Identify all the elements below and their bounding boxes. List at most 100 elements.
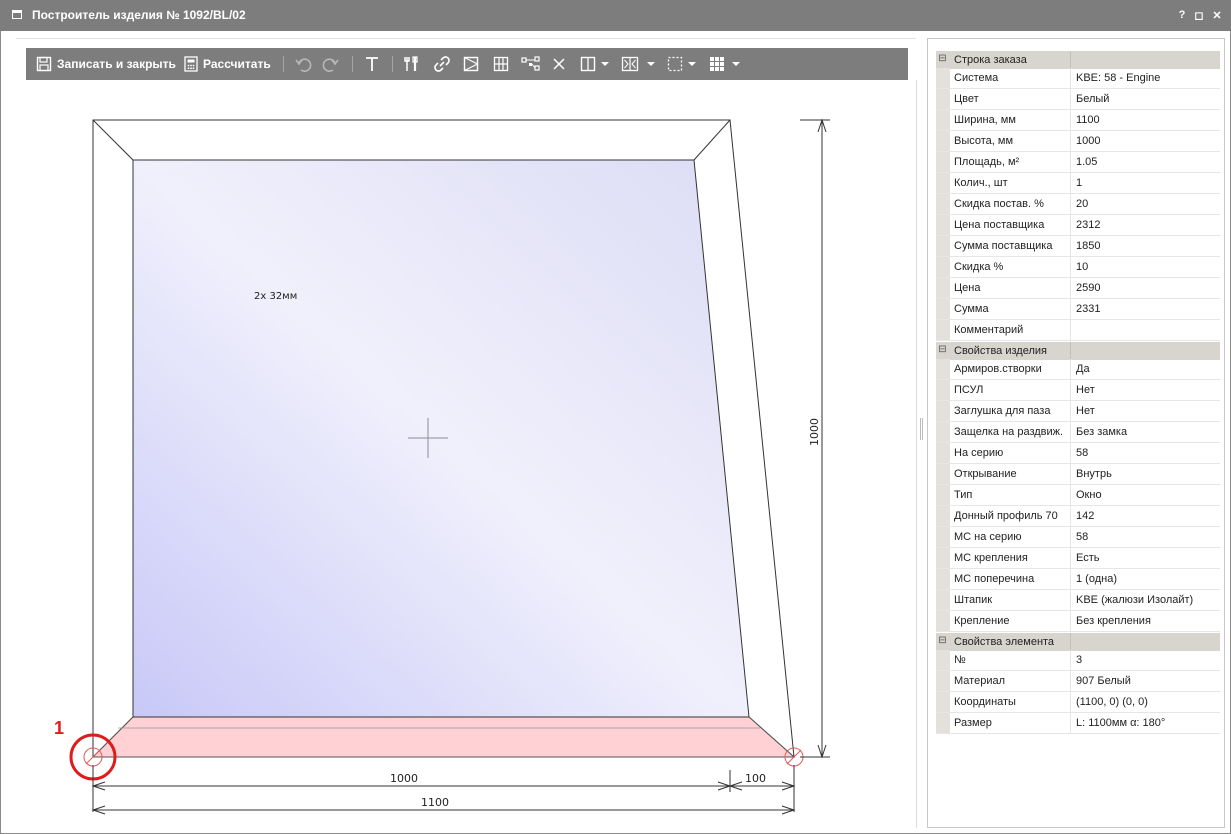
- link-button[interactable]: [433, 48, 451, 80]
- property-value[interactable]: 58: [1076, 447, 1088, 459]
- property-row[interactable]: ПСУЛ Нет: [936, 380, 1220, 401]
- property-value[interactable]: 142: [1076, 510, 1094, 522]
- row-gutter: [936, 485, 950, 505]
- property-row[interactable]: Комментарий: [936, 320, 1220, 341]
- sash-dropdown[interactable]: [647, 48, 655, 80]
- property-row[interactable]: Штапик KBE (жалюзи Изолайт): [936, 590, 1220, 611]
- panel-splitter[interactable]: [920, 418, 923, 440]
- property-value[interactable]: Белый: [1076, 93, 1109, 105]
- property-value[interactable]: Нет: [1076, 384, 1095, 396]
- property-row[interactable]: МС на серию 58: [936, 527, 1220, 548]
- property-value[interactable]: (1100, 0) (0, 0): [1076, 696, 1148, 708]
- collapse-icon[interactable]: ⊟: [938, 345, 947, 355]
- property-value[interactable]: Без замка: [1076, 426, 1127, 438]
- property-value[interactable]: 2590: [1076, 282, 1100, 294]
- glass-button[interactable]: [463, 48, 479, 80]
- property-value[interactable]: KBE: 58 - Engine: [1076, 72, 1160, 84]
- selected-bottom-profile[interactable]: [91, 716, 796, 758]
- toolbar: Записать и закрыть Рассчитать: [26, 48, 908, 80]
- property-row[interactable]: Система KBE: 58 - Engine: [936, 68, 1220, 89]
- split-dropdown[interactable]: [601, 48, 609, 80]
- property-row[interactable]: Сумма 2331: [936, 299, 1220, 320]
- property-row[interactable]: Координаты (1100, 0) (0, 0): [936, 692, 1220, 713]
- layout-button[interactable]: [709, 48, 725, 80]
- delete-button[interactable]: [552, 48, 566, 80]
- property-row[interactable]: МС крепления Есть: [936, 548, 1220, 569]
- redo-button[interactable]: [322, 48, 340, 80]
- property-value[interactable]: Нет: [1076, 405, 1095, 417]
- property-value[interactable]: 1: [1076, 177, 1082, 189]
- property-name: Система: [954, 72, 999, 84]
- property-row[interactable]: Тип Окно: [936, 485, 1220, 506]
- property-value[interactable]: 10: [1076, 261, 1088, 273]
- sash-button[interactable]: [621, 48, 639, 80]
- tools-button[interactable]: [404, 48, 420, 80]
- property-value[interactable]: 2312: [1076, 219, 1100, 231]
- property-value[interactable]: 2331: [1076, 303, 1100, 315]
- property-value[interactable]: L: 1100мм α: 180°: [1076, 717, 1165, 729]
- calculate-button[interactable]: Рассчитать: [184, 48, 271, 80]
- property-value[interactable]: Есть: [1076, 552, 1099, 564]
- property-value[interactable]: 1850: [1076, 240, 1100, 252]
- category-order[interactable]: ⊟ Строка заказа: [936, 51, 1220, 69]
- grid-icon: [493, 56, 509, 72]
- property-value[interactable]: 3: [1076, 654, 1082, 666]
- column-divider: [1070, 342, 1071, 360]
- property-value[interactable]: 58: [1076, 531, 1088, 543]
- property-value[interactable]: Без крепления: [1076, 615, 1151, 627]
- drawing-canvas[interactable]: 2x 32мм 1000 1000 100 1100: [16, 80, 916, 828]
- property-row[interactable]: Донный профиль 70 142: [936, 506, 1220, 527]
- property-row[interactable]: Колич., шт 1: [936, 173, 1220, 194]
- property-row[interactable]: Площадь, м² 1.05: [936, 152, 1220, 173]
- property-row[interactable]: Открывание Внутрь: [936, 464, 1220, 485]
- row-gutter: [936, 257, 950, 277]
- property-row[interactable]: Армиров.створки Да: [936, 359, 1220, 380]
- property-value[interactable]: 20: [1076, 198, 1088, 210]
- select-dropdown[interactable]: [688, 48, 696, 80]
- column-divider: [1070, 713, 1071, 733]
- property-value[interactable]: 1 (одна): [1076, 573, 1117, 585]
- collapse-icon[interactable]: ⊟: [938, 636, 947, 646]
- property-row[interactable]: Размер L: 1100мм α: 180°: [936, 713, 1220, 734]
- property-row[interactable]: Заглушка для паза Нет: [936, 401, 1220, 422]
- property-row[interactable]: Материал 907 Белый: [936, 671, 1220, 692]
- property-value[interactable]: 1000: [1076, 135, 1100, 147]
- close-button[interactable]: ✕: [1210, 9, 1224, 22]
- collapse-icon[interactable]: ⊟: [938, 54, 947, 64]
- property-row[interactable]: Цвет Белый: [936, 89, 1220, 110]
- select-button[interactable]: [667, 48, 683, 80]
- property-row[interactable]: Скидка % 10: [936, 257, 1220, 278]
- arrow-icon: [732, 62, 740, 66]
- property-row[interactable]: Скидка постав. % 20: [936, 194, 1220, 215]
- property-row[interactable]: МС поперечина 1 (одна): [936, 569, 1220, 590]
- category-product[interactable]: ⊟ Свойства изделия: [936, 342, 1220, 360]
- property-value[interactable]: KBE (жалюзи Изолайт): [1076, 594, 1193, 606]
- nodes-button[interactable]: [521, 48, 541, 80]
- category-element[interactable]: ⊟ Свойства элемента: [936, 633, 1220, 651]
- property-value[interactable]: Окно: [1076, 489, 1102, 501]
- property-row[interactable]: № 3: [936, 650, 1220, 671]
- property-value[interactable]: 1.05: [1076, 156, 1097, 168]
- property-value[interactable]: 907 Белый: [1076, 675, 1131, 687]
- property-value[interactable]: 1100: [1076, 114, 1100, 126]
- help-button[interactable]: ?: [1175, 9, 1189, 21]
- row-gutter: [936, 671, 950, 691]
- text-button[interactable]: [364, 48, 380, 80]
- save-close-button[interactable]: Записать и закрыть: [36, 48, 176, 80]
- property-row[interactable]: Ширина, мм 1100: [936, 110, 1220, 131]
- split-button[interactable]: [580, 48, 596, 80]
- maximize-button[interactable]: ◻: [1192, 9, 1206, 22]
- property-row[interactable]: Цена поставщика 2312: [936, 215, 1220, 236]
- layout-dropdown[interactable]: [732, 48, 740, 80]
- property-value[interactable]: Да: [1076, 363, 1090, 375]
- property-row[interactable]: Высота, мм 1000: [936, 131, 1220, 152]
- grid-button[interactable]: [493, 48, 509, 80]
- property-row[interactable]: На серию 58: [936, 443, 1220, 464]
- property-row[interactable]: Защелка на раздвиж. Без замка: [936, 422, 1220, 443]
- property-value[interactable]: Внутрь: [1076, 468, 1112, 480]
- property-row[interactable]: Крепление Без крепления: [936, 611, 1220, 632]
- delete-icon: [553, 58, 565, 70]
- property-row[interactable]: Сумма поставщика 1850: [936, 236, 1220, 257]
- undo-button[interactable]: [294, 48, 312, 80]
- property-row[interactable]: Цена 2590: [936, 278, 1220, 299]
